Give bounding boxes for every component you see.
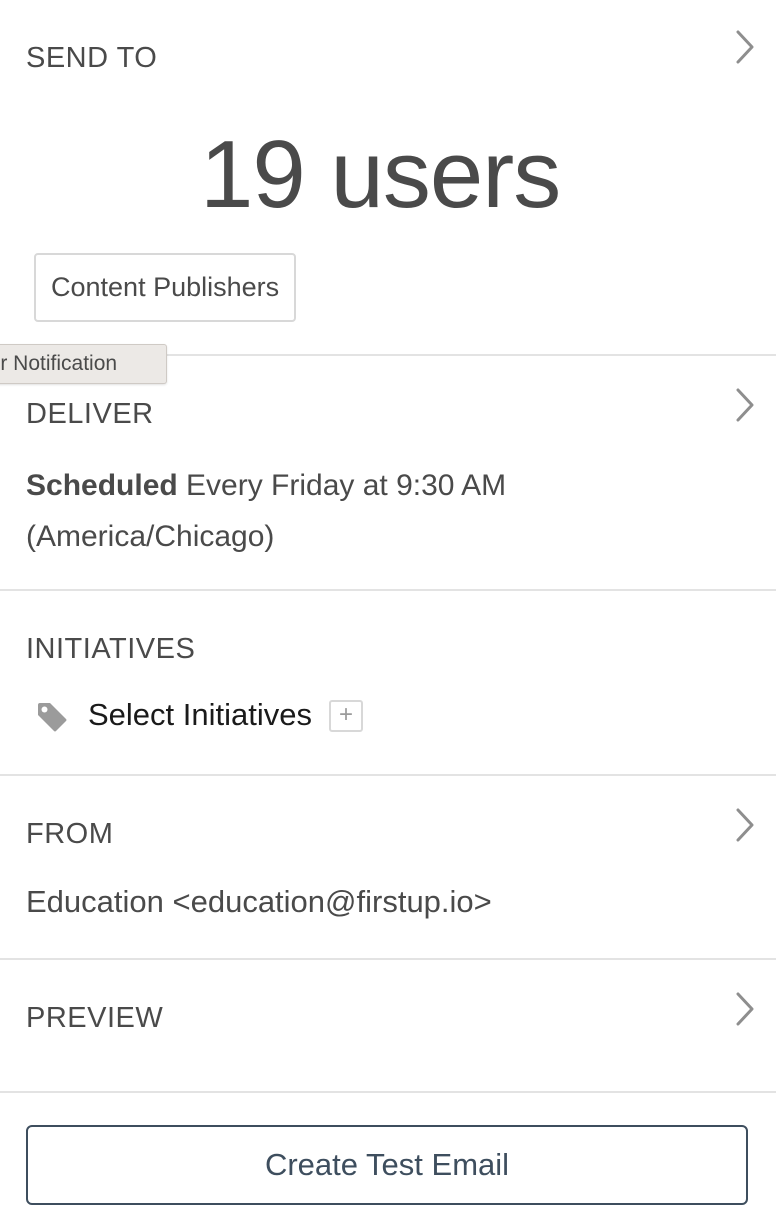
tag-icon — [36, 701, 68, 733]
send-to-title: SEND TO — [26, 42, 158, 74]
from-section: FROM Education <education@firstup.io> — [0, 776, 776, 960]
send-to-section: SEND TO 19 users Content Publishers — [0, 0, 776, 356]
chevron-right-icon[interactable] — [732, 990, 758, 1028]
notification-settings-panel: SEND TO 19 users Content Publishers our … — [0, 0, 776, 1232]
deliver-title: DELIVER — [26, 398, 154, 430]
create-test-email-button[interactable]: Create Test Email — [26, 1125, 748, 1205]
initiatives-title: INITIATIVES — [26, 633, 196, 665]
chevron-right-icon[interactable] — [732, 28, 758, 66]
tooltip: our Notification — [0, 344, 167, 384]
audience-chip[interactable]: Content Publishers — [34, 253, 297, 322]
tooltip-text: our Notification — [0, 352, 118, 375]
sender-address: Education <education@firstup.io> — [26, 884, 492, 919]
initiatives-section: INITIATIVES Select Initiatives + — [0, 591, 776, 776]
deliver-section: DELIVER Scheduled Every Friday at 9:30 A… — [0, 356, 776, 591]
delivery-schedule: Scheduled Every Friday at 9:30 AM (Ameri… — [26, 460, 746, 562]
delivery-status: Scheduled — [26, 469, 178, 502]
chevron-right-icon[interactable] — [732, 386, 758, 424]
chevron-right-icon[interactable] — [732, 806, 758, 844]
user-count: 19 users — [200, 121, 561, 228]
preview-title: PREVIEW — [26, 1002, 164, 1034]
add-initiative-button[interactable]: + — [329, 700, 363, 732]
preview-section: PREVIEW — [0, 960, 776, 1093]
select-initiatives-label[interactable]: Select Initiatives — [88, 697, 312, 733]
from-title: FROM — [26, 818, 114, 850]
